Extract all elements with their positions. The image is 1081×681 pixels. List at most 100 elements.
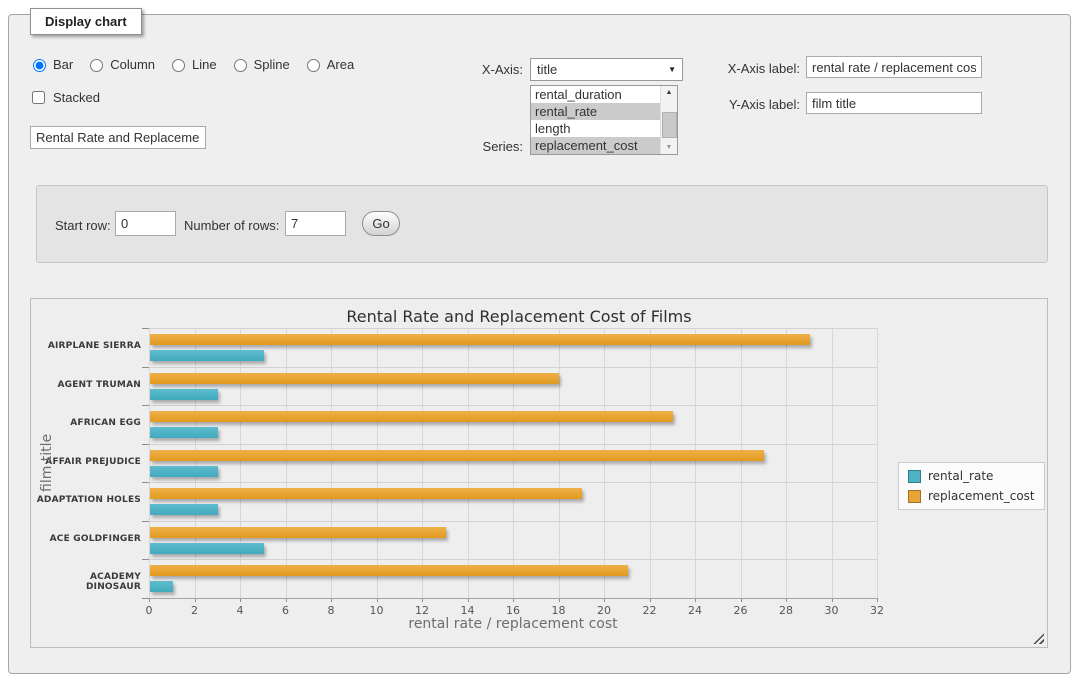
x-axis-line — [149, 598, 877, 599]
x-gridline — [513, 328, 514, 598]
chart-title-input[interactable] — [30, 126, 206, 149]
bar-replacement_cost — [150, 565, 628, 576]
category-label: AIRPLANE SIERRA — [35, 341, 141, 351]
series-option-rental_duration[interactable]: rental_duration — [531, 86, 661, 103]
chart-type-label: Column — [110, 57, 155, 72]
legend-swatch — [908, 470, 921, 483]
y-tick — [142, 328, 149, 329]
series-scrollbar[interactable]: ▲ ▼ — [660, 86, 677, 154]
stacked-checkbox[interactable] — [32, 91, 45, 104]
number-of-rows-caption: Number of rows: — [184, 218, 279, 233]
category-label: AGENT TRUMAN — [35, 380, 141, 390]
x-gridline — [604, 328, 605, 598]
bar-rental_rate — [150, 427, 218, 438]
bar-rental_rate — [150, 350, 264, 361]
legend-swatch — [908, 490, 921, 503]
series-option-length[interactable]: length — [531, 120, 661, 137]
y-tick — [142, 444, 149, 445]
y-tick — [142, 367, 149, 368]
fieldset-legend: Display chart — [30, 8, 142, 35]
y-gridline — [149, 367, 877, 368]
chart-type-radio-spline[interactable] — [234, 59, 247, 72]
start-row-input[interactable] — [115, 211, 176, 236]
bar-replacement_cost — [150, 373, 559, 384]
legend-label: replacement_cost — [928, 489, 1035, 503]
stacked-checkbox-row: Stacked — [28, 88, 100, 107]
x-tick — [877, 598, 878, 602]
category-label: ACADEMY DINOSAUR — [35, 572, 141, 592]
bar-replacement_cost — [150, 334, 810, 345]
category-label: ACE GOLDFINGER — [35, 534, 141, 544]
bar-rental_rate — [150, 504, 218, 515]
y-gridline — [149, 328, 877, 329]
chart-type-radio-area[interactable] — [307, 59, 320, 72]
chart-type-option-column[interactable]: Column — [85, 56, 155, 72]
bar-rental_rate — [150, 389, 218, 400]
bar-replacement_cost — [150, 488, 582, 499]
bar-replacement_cost — [150, 527, 446, 538]
y-tick — [142, 482, 149, 483]
stacked-label: Stacked — [53, 90, 100, 105]
x-axis-select[interactable]: title ▼ — [530, 58, 683, 81]
scroll-down-icon[interactable]: ▼ — [661, 141, 677, 154]
resize-grip-icon[interactable] — [1033, 633, 1044, 644]
chart-type-option-area[interactable]: Area — [302, 56, 354, 72]
y-gridline — [149, 405, 877, 406]
y-tick — [142, 559, 149, 560]
x-gridline — [149, 328, 150, 598]
chart-type-label: Bar — [53, 57, 73, 72]
x-axis-caption: X-Axis: — [420, 62, 523, 77]
y-gridline — [149, 521, 877, 522]
scroll-up-icon[interactable]: ▲ — [661, 86, 677, 99]
x-gridline — [832, 328, 833, 598]
legend-item-rental_rate: rental_rate — [908, 469, 1035, 483]
x-gridline — [650, 328, 651, 598]
chart-type-option-line[interactable]: Line — [167, 56, 217, 72]
x-gridline — [377, 328, 378, 598]
x-gridline — [286, 328, 287, 598]
chart-type-label: Line — [192, 57, 217, 72]
y-tick — [142, 405, 149, 406]
chart-plot-area: 02468101214161820222426283032AIRPLANE SI… — [149, 328, 877, 598]
x-axis-title: rental rate / replacement cost — [149, 616, 877, 632]
chart-type-radio-column[interactable] — [90, 59, 103, 72]
y-tick — [142, 521, 149, 522]
chart-panel: Rental Rate and Replacement Cost of Film… — [30, 298, 1048, 648]
chart-type-radio-bar[interactable] — [33, 59, 46, 72]
bar-replacement_cost — [150, 411, 673, 422]
bar-rental_rate — [150, 543, 264, 554]
series-multiselect[interactable]: ▲ ▼ rental_durationrental_ratelengthrepl… — [530, 85, 678, 155]
scrollbar-thumb[interactable] — [662, 112, 677, 138]
start-row-caption: Start row: — [55, 218, 111, 233]
bar-rental_rate — [150, 581, 173, 592]
chart-type-radio-line[interactable] — [172, 59, 185, 72]
series-caption: Series: — [420, 139, 523, 154]
y-gridline — [149, 482, 877, 483]
y-axis-label-input[interactable] — [806, 92, 982, 114]
x-gridline — [331, 328, 332, 598]
x-gridline — [468, 328, 469, 598]
y-axis-title: film title — [39, 398, 55, 528]
x-gridline — [195, 328, 196, 598]
y-gridline — [149, 559, 877, 560]
series-option-rental_rate[interactable]: rental_rate — [531, 103, 661, 120]
y-gridline — [149, 444, 877, 445]
y-axis-label-caption: Y-Axis label: — [700, 97, 800, 112]
x-axis-selected-value: title — [537, 62, 557, 77]
number-of-rows-input[interactable] — [285, 211, 346, 236]
chart-title: Rental Rate and Replacement Cost of Film… — [31, 307, 1007, 326]
chart-type-label: Area — [327, 57, 354, 72]
x-axis-label-input[interactable] — [806, 56, 982, 78]
x-gridline — [422, 328, 423, 598]
legend-item-replacement_cost: replacement_cost — [908, 489, 1035, 503]
x-gridline — [786, 328, 787, 598]
series-option-replacement_cost[interactable]: replacement_cost — [531, 137, 661, 154]
legend-label: rental_rate — [928, 469, 993, 483]
bar-replacement_cost — [150, 450, 764, 461]
chevron-down-icon: ▼ — [668, 65, 676, 74]
bar-rental_rate — [150, 466, 218, 477]
x-gridline — [695, 328, 696, 598]
chart-type-option-bar[interactable]: Bar — [28, 56, 73, 72]
chart-type-option-spline[interactable]: Spline — [229, 56, 290, 72]
go-button[interactable]: Go — [362, 211, 400, 236]
